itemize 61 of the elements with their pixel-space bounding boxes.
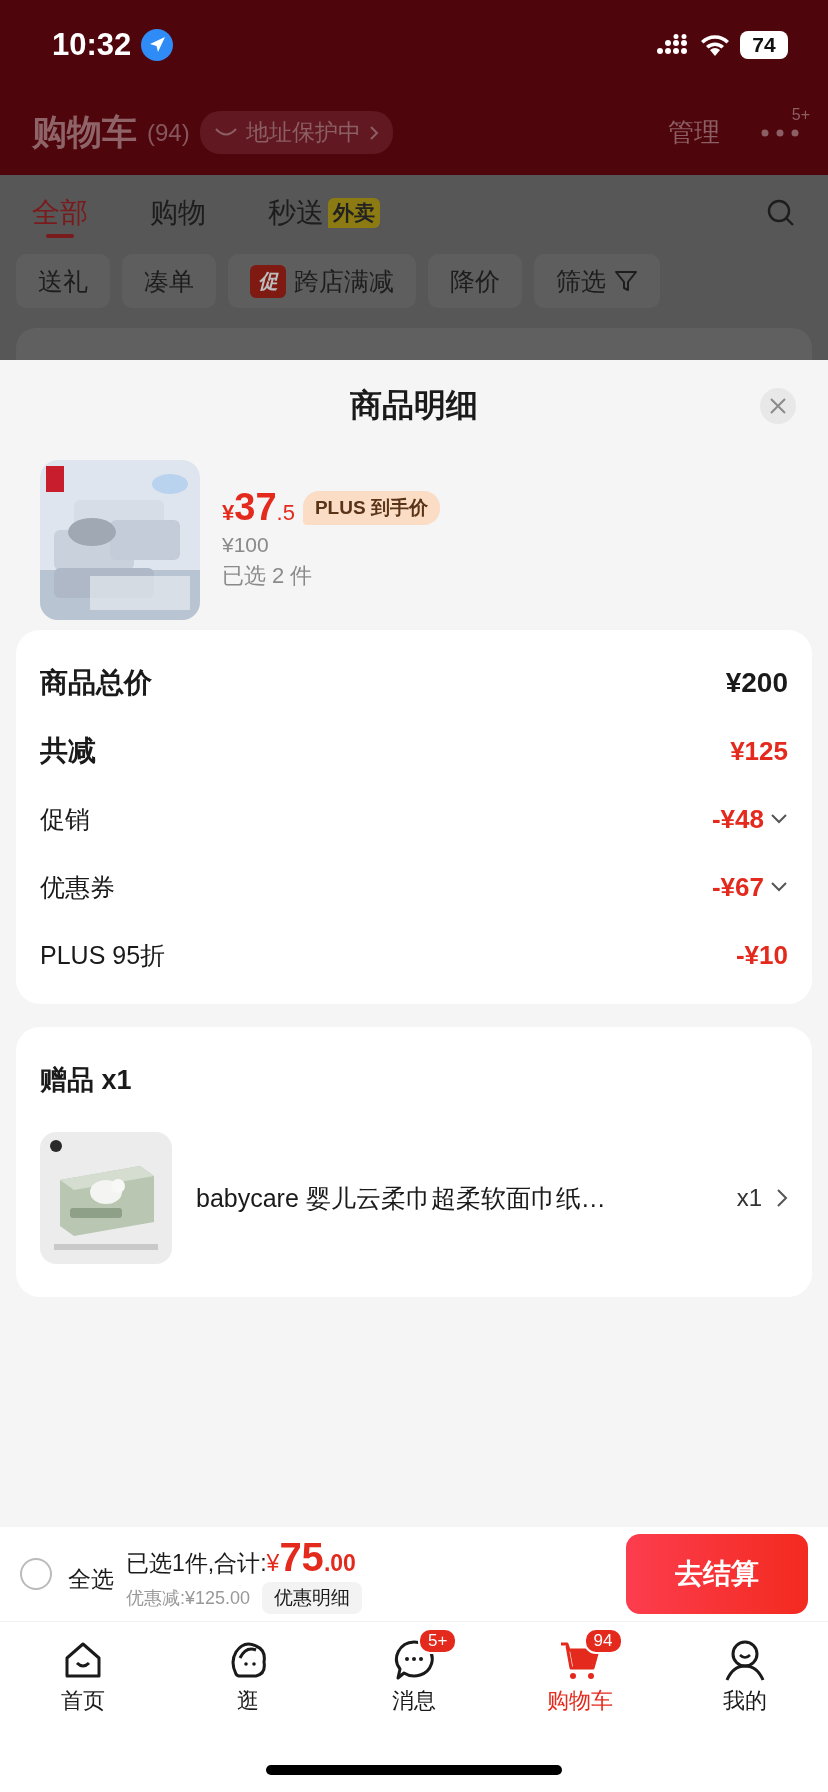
filter-chip[interactable]: 促 跨店满减 bbox=[228, 254, 416, 308]
address-protection-badge[interactable]: 地址保护中 bbox=[199, 111, 393, 154]
select-all-checkbox[interactable] bbox=[20, 1558, 52, 1590]
category-tab[interactable]: 秒送 外卖 bbox=[268, 175, 380, 250]
category-tab[interactable]: 购物 bbox=[150, 175, 206, 250]
discount-detail-button[interactable]: 优惠明细 bbox=[262, 1581, 363, 1614]
gift-title: 赠品 x1 bbox=[40, 1064, 133, 1097]
summary-value: ¥125 bbox=[730, 735, 788, 767]
chevron-down-icon bbox=[770, 881, 788, 893]
filter-chip[interactable]: 筛选 bbox=[534, 254, 660, 308]
badge-label: 地址保护中 bbox=[245, 118, 361, 147]
gift-name[interactable]: babycare 婴儿云柔巾超柔软面巾纸… bbox=[196, 1181, 713, 1215]
selected-count: 已选 2 件 bbox=[222, 562, 314, 590]
chevron-right-icon bbox=[368, 124, 379, 141]
discount-amount: 优惠减:¥125.00 bbox=[126, 1586, 251, 1610]
signal-icon bbox=[656, 34, 690, 56]
selection-summary: 已选1件,合计: bbox=[126, 1548, 267, 1578]
tab-bar-item[interactable]: 首页 bbox=[0, 1622, 166, 1742]
tab-bar-item[interactable]: 逛 bbox=[165, 1622, 332, 1742]
summary-label: 商品总价 bbox=[40, 666, 152, 700]
summary-value: -¥67 bbox=[711, 871, 764, 903]
summary-label: 优惠券 bbox=[40, 871, 115, 903]
manage-link[interactable]: 管理 bbox=[668, 115, 720, 150]
sheet-title: 商品明细 bbox=[350, 386, 478, 425]
tab-bar-item[interactable]: 94 购物车 bbox=[496, 1622, 663, 1742]
chevron-down-icon bbox=[770, 813, 788, 825]
close-button[interactable] bbox=[760, 388, 796, 424]
notification-badge: 5+ bbox=[418, 1628, 458, 1654]
filter-icon bbox=[614, 269, 638, 293]
total-price: ¥75.00 bbox=[266, 1534, 356, 1580]
product-price: ¥37.5 bbox=[222, 486, 295, 529]
checkout-button[interactable]: 去结算 bbox=[626, 1534, 808, 1614]
gift-quantity: x1 bbox=[736, 1184, 762, 1212]
close-icon bbox=[769, 397, 787, 415]
plus-price-badge: PLUS 到手价 bbox=[302, 490, 440, 525]
chip-label: 跨店满减 bbox=[294, 265, 394, 297]
summary-value: -¥10 bbox=[735, 939, 788, 971]
status-time: 10:32 bbox=[52, 27, 132, 63]
filter-chip[interactable]: 送礼 bbox=[16, 254, 110, 308]
original-price: ¥100 bbox=[222, 533, 270, 557]
battery-level: 74 bbox=[740, 31, 788, 59]
select-all-label[interactable]: 全选 bbox=[68, 1563, 114, 1595]
chip-label: 筛选 bbox=[556, 265, 606, 297]
summary-value: ¥200 bbox=[725, 667, 788, 699]
summary-label: PLUS 95折 bbox=[40, 939, 166, 971]
chevron-right-icon bbox=[776, 1188, 788, 1208]
filter-chip[interactable]: 凑单 bbox=[122, 254, 216, 308]
item-count: (94) bbox=[147, 118, 190, 147]
page-title: 购物车 bbox=[32, 111, 137, 153]
summary-label: 促销 bbox=[40, 803, 90, 835]
filter-chip[interactable]: 降价 bbox=[428, 254, 522, 308]
promo-tag: 促 bbox=[250, 264, 286, 298]
tab-bar-item[interactable]: 5+ 消息 bbox=[331, 1622, 497, 1742]
delivery-badge: 外卖 bbox=[328, 197, 380, 228]
wifi-icon bbox=[700, 34, 730, 56]
search-icon[interactable] bbox=[766, 197, 796, 228]
tab-bar-item[interactable]: 我的 bbox=[662, 1622, 828, 1742]
more-dots-icon bbox=[760, 127, 800, 138]
summary-value: -¥48 bbox=[711, 803, 764, 835]
notification-count: 5+ bbox=[791, 105, 810, 124]
summary-label: 共减 bbox=[40, 734, 96, 768]
